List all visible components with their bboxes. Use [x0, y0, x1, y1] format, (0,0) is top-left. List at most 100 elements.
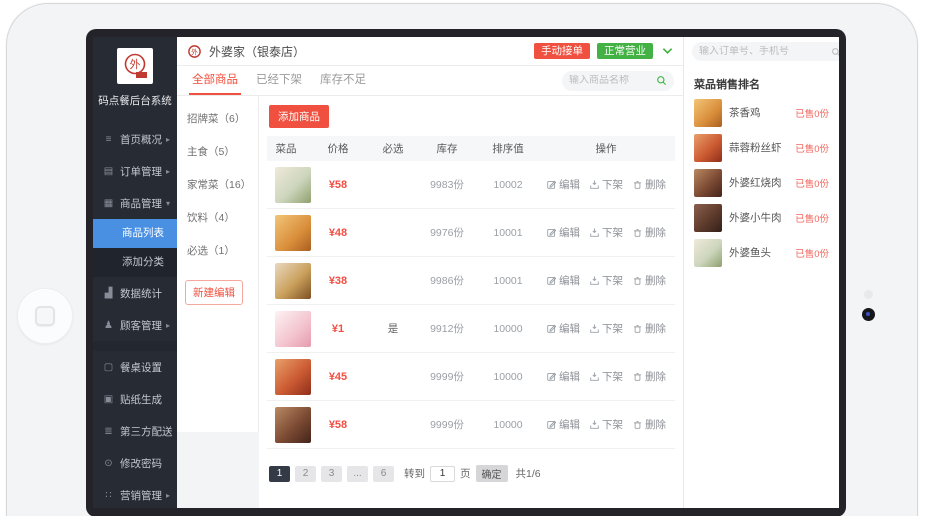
goto-confirm-button[interactable]: 确定: [476, 465, 508, 482]
dish-photo: [694, 99, 722, 127]
sidebar-item-label: 第三方配送: [115, 424, 173, 439]
sidebar-item[interactable]: ▟ 数据统计: [93, 277, 177, 309]
sidebar-item[interactable]: ▢ 餐桌设置: [93, 351, 177, 383]
edit-button[interactable]: 编辑: [546, 321, 580, 336]
dish-sort-value: 10002: [479, 179, 537, 191]
product-tab[interactable]: 全部商品: [189, 66, 241, 95]
dish-stock: 9986份: [415, 273, 479, 288]
sidebar-item[interactable]: ▣ 贴纸生成: [93, 383, 177, 415]
manual-accept-order-button[interactable]: 手动接单: [534, 43, 590, 60]
page-button[interactable]: 2: [295, 466, 316, 482]
dish-price: ¥58: [305, 179, 371, 191]
order-search-bar: [684, 37, 839, 66]
dish-price: ¥1: [305, 323, 371, 335]
page-button[interactable]: ...: [347, 466, 368, 482]
ranking-sold-badge: 已售0份: [795, 176, 829, 190]
category-item[interactable]: 家常菜（16）: [177, 169, 258, 202]
home-button-square-icon: [35, 306, 55, 326]
trash-icon: [632, 371, 643, 382]
delete-button[interactable]: 删除: [632, 177, 666, 192]
offshelf-button[interactable]: 下架: [589, 177, 623, 192]
delete-button[interactable]: 删除: [632, 417, 666, 432]
goto-page-input[interactable]: [430, 466, 455, 482]
category-item[interactable]: 必选（1）: [177, 235, 258, 268]
search-icon[interactable]: [656, 75, 667, 86]
chevron-icon: ▾: [166, 199, 170, 208]
sidebar-item[interactable]: ∷ 营销管理 ▸: [93, 479, 177, 508]
edit-icon: [546, 227, 557, 238]
pagination: 1 2 3: [269, 465, 683, 482]
order-search: [692, 42, 839, 61]
product-tab[interactable]: 库存不足: [317, 66, 369, 95]
dish-price: ¥48: [305, 227, 371, 239]
dish-photo: [694, 204, 722, 232]
category-item[interactable]: 招牌菜（6）: [177, 103, 258, 136]
page-button[interactable]: 1: [269, 466, 290, 482]
system-title: 码点餐后台系统: [93, 93, 177, 108]
page-button[interactable]: 3: [321, 466, 342, 482]
sidebar-item[interactable]: ≣ 第三方配送: [93, 415, 177, 447]
search-icon[interactable]: [831, 47, 839, 57]
ranking-dish-name: 外婆鱼头: [729, 245, 788, 260]
category-item[interactable]: 饮料（4）: [177, 202, 258, 235]
edit-icon: [546, 275, 557, 286]
delete-button[interactable]: 删除: [632, 321, 666, 336]
edit-button[interactable]: 编辑: [546, 225, 580, 240]
tablet-device: 外 码点餐后台系统 ≡ 首页概况 ▸: [6, 3, 918, 516]
sidebar-item[interactable]: ♟ 顾客管理 ▸: [93, 309, 177, 341]
sidebar-subitem-label: 添加分类: [122, 256, 164, 268]
sidebar-item-label: 商品管理: [115, 196, 166, 211]
delete-button[interactable]: 删除: [632, 225, 666, 240]
order-search-input[interactable]: [699, 46, 831, 57]
page-total: 共1/6: [516, 466, 541, 481]
table-header: 菜品 价格 必选 库存 排序值 操作: [267, 136, 675, 161]
sidebar-subitem[interactable]: 添加分类: [93, 248, 177, 277]
dish-stock: 9983份: [415, 177, 479, 192]
trash-icon: [632, 227, 643, 238]
camera-lens: [862, 308, 875, 321]
sidebar-subitem[interactable]: 商品列表: [93, 219, 177, 248]
offshelf-icon: [589, 419, 600, 430]
edit-button[interactable]: 编辑: [546, 177, 580, 192]
offshelf-button[interactable]: 下架: [589, 417, 623, 432]
edit-button[interactable]: 编辑: [546, 369, 580, 384]
ranking-sold-badge: 已售0份: [795, 211, 829, 225]
trash-icon: [632, 179, 643, 190]
business-status-button[interactable]: 正常营业: [597, 43, 653, 60]
offshelf-button[interactable]: 下架: [589, 225, 623, 240]
product-search-input[interactable]: [569, 75, 656, 86]
sidebar-item[interactable]: ⊙ 修改密码: [93, 447, 177, 479]
status-dropdown-button[interactable]: [660, 47, 675, 55]
ranking-item: 外婆红烧肉 已售0份: [684, 165, 839, 200]
delete-button[interactable]: 删除: [632, 273, 666, 288]
category-item[interactable]: 主食（5）: [177, 136, 258, 169]
product-tab[interactable]: 已经下架: [253, 66, 305, 95]
product-search: [562, 71, 674, 91]
offshelf-button[interactable]: 下架: [589, 273, 623, 288]
offshelf-button[interactable]: 下架: [589, 321, 623, 336]
page-unit-label: 页: [460, 466, 471, 481]
product-management-icon: ▦: [102, 198, 115, 209]
category-label: 主食（5）: [187, 146, 235, 158]
sidebar-item[interactable]: ≡ 首页概况 ▸: [93, 123, 177, 155]
sidebar-item[interactable]: ▤ 订单管理 ▸: [93, 155, 177, 187]
offshelf-button[interactable]: 下架: [589, 369, 623, 384]
add-product-button[interactable]: 添加商品: [269, 105, 329, 128]
home-button[interactable]: [17, 288, 73, 344]
edit-button[interactable]: 编辑: [546, 417, 580, 432]
dish-sort-value: 10001: [479, 275, 537, 287]
dish-sort-value: 10000: [479, 371, 537, 383]
ranking-dish-name: 茶香鸡: [729, 105, 788, 120]
dish-price: ¥58: [305, 419, 371, 431]
page-button[interactable]: 6: [373, 466, 394, 482]
store-name: 外婆家（银泰店）: [209, 43, 305, 60]
new-edit-button[interactable]: 新建编辑: [185, 280, 243, 305]
sidebar-item-label: 数据统计: [115, 286, 170, 301]
category-label: 家常菜（16）: [187, 179, 251, 191]
sidebar-item-label: 首页概况: [115, 132, 166, 147]
edit-button[interactable]: 编辑: [546, 273, 580, 288]
chevron-icon: ▸: [166, 167, 170, 176]
delete-button[interactable]: 删除: [632, 369, 666, 384]
sidebar-item[interactable]: ▦ 商品管理 ▾: [93, 187, 177, 219]
table-row: 纸巾 ¥1 是 9912份 10000: [267, 305, 675, 353]
